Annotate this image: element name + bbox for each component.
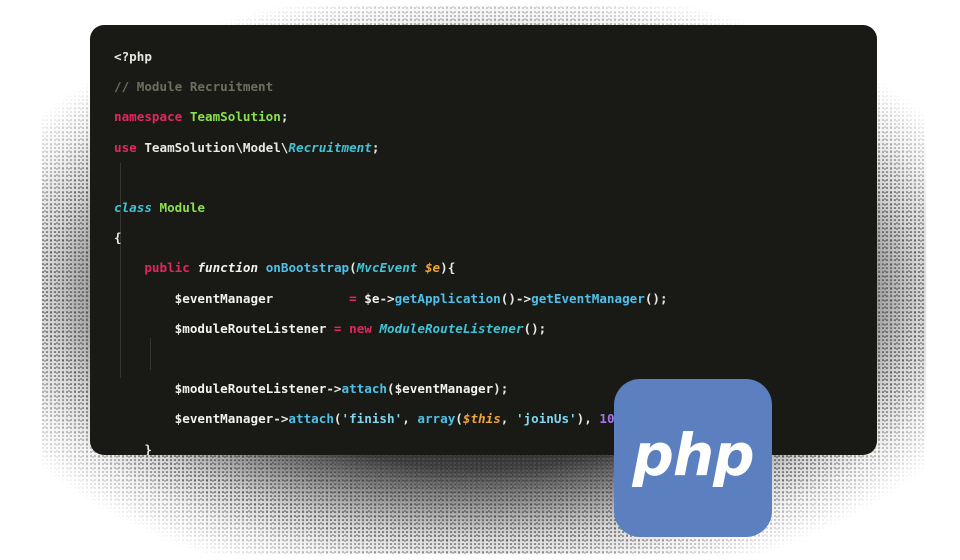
- code-line: use TeamSolution\Model\Recruitment;: [114, 139, 380, 155]
- code-line: class Module: [114, 200, 206, 216]
- code-line: {: [114, 230, 122, 246]
- code-line: namespace TeamSolution;: [114, 109, 289, 125]
- code-line: // Module Recruitment: [114, 79, 274, 95]
- code-line: $moduleRouteListener = new ModuleRouteLi…: [174, 320, 547, 336]
- code-line: <?php: [114, 49, 152, 65]
- php-badge-label: php: [632, 421, 754, 489]
- code-line: public function onBootstrap(MvcEvent $e)…: [144, 260, 456, 276]
- php-logo-badge: php: [614, 379, 772, 537]
- screenshot-stage: <?php // Module Recruitment namespace Te…: [0, 0, 960, 560]
- code-line: $eventManager = $e->getApplication()->ge…: [174, 290, 668, 306]
